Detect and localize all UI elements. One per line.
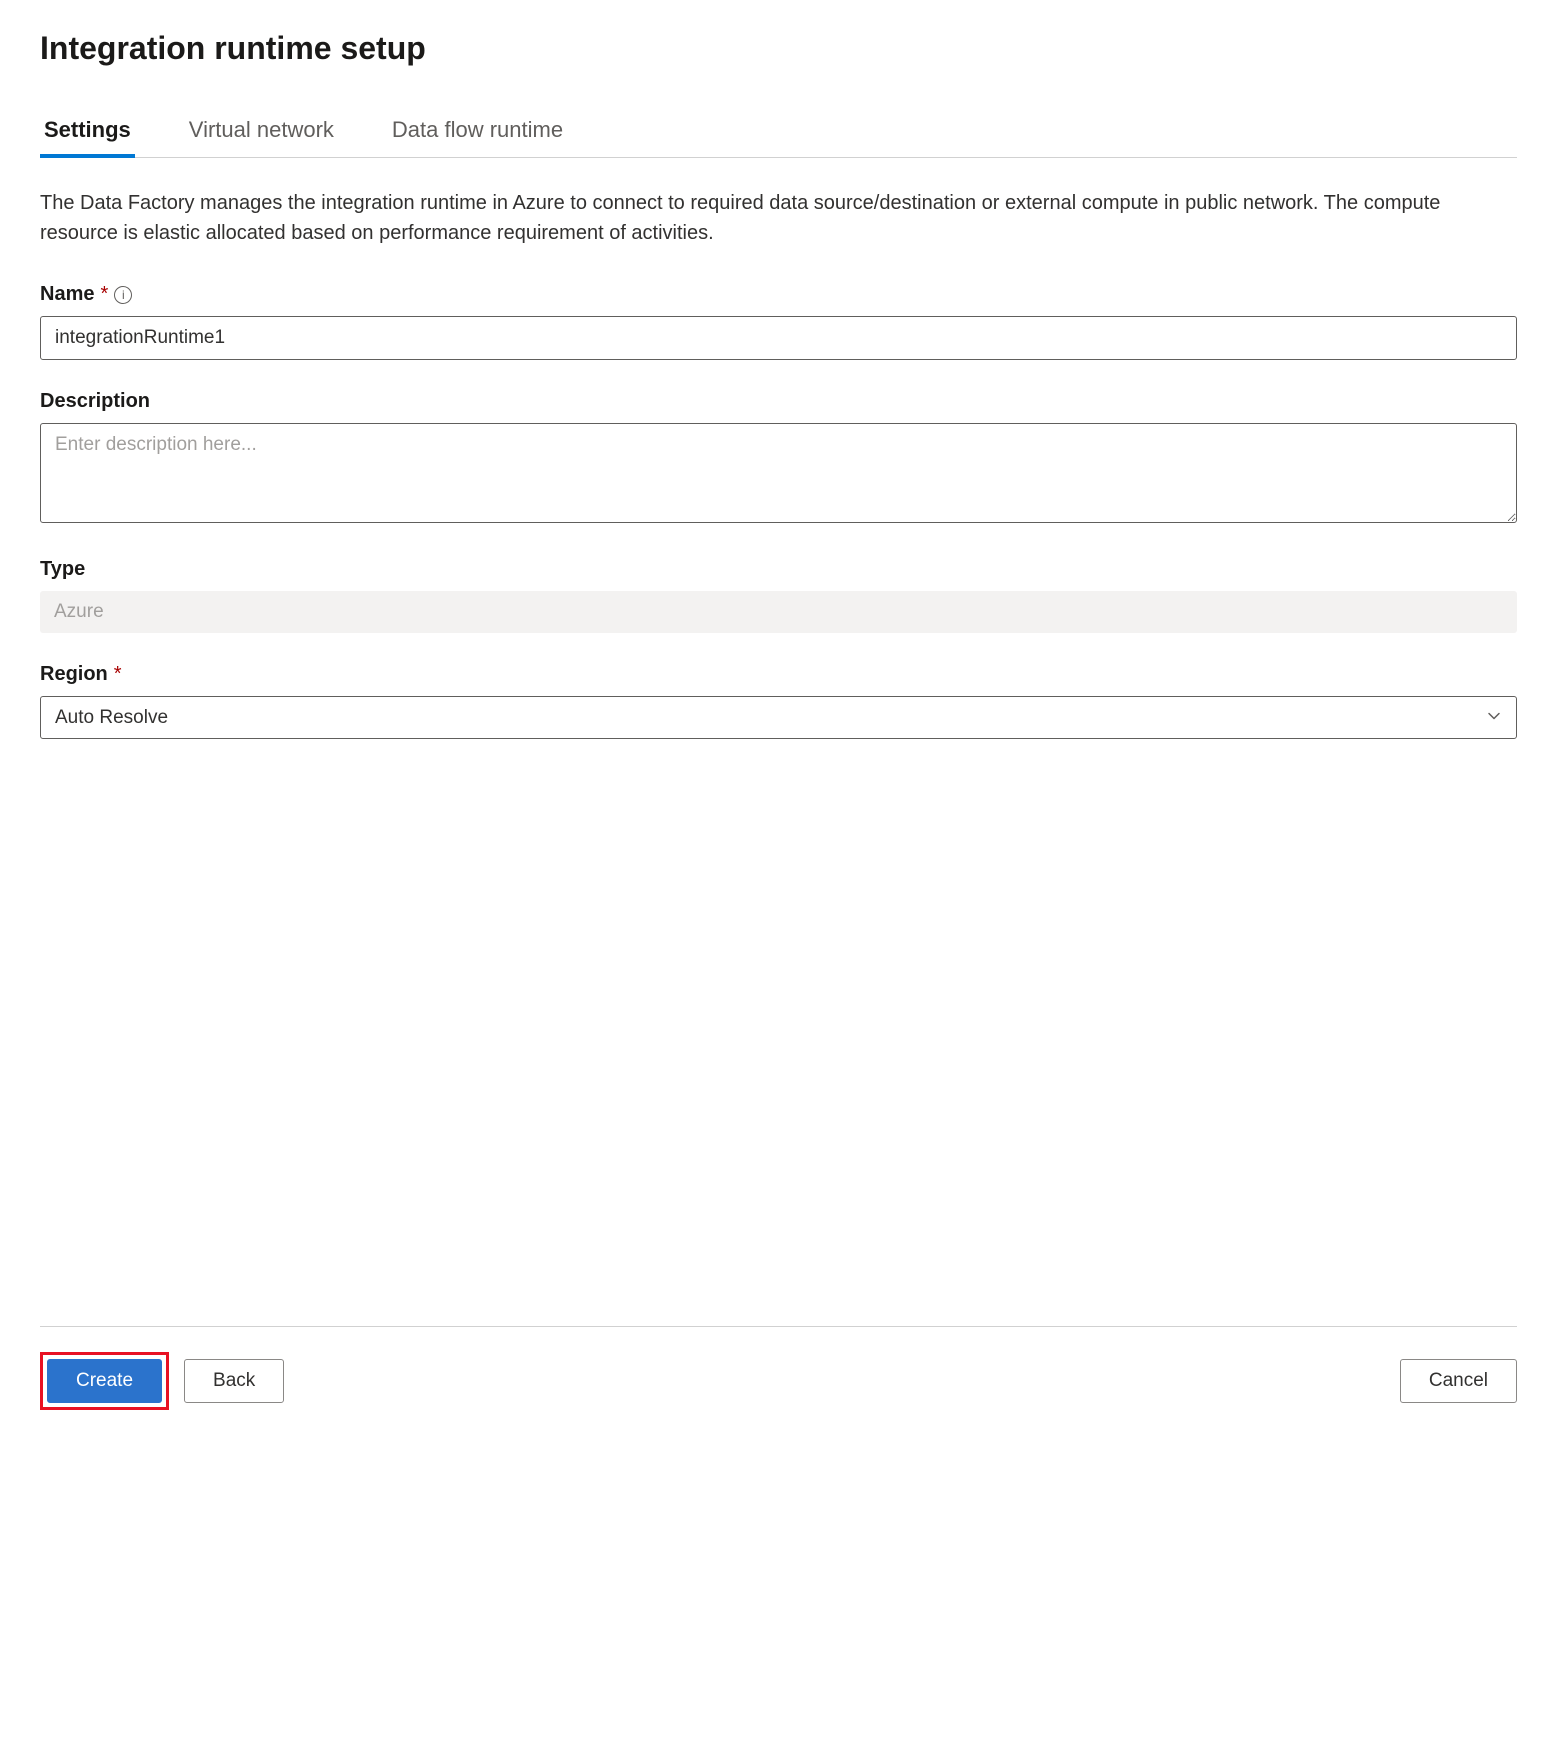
footer-left: Create Back bbox=[40, 1352, 284, 1410]
tabs-container: Settings Virtual network Data flow runti… bbox=[40, 107, 1517, 158]
tab-data-flow-runtime[interactable]: Data flow runtime bbox=[388, 107, 567, 157]
cancel-button[interactable]: Cancel bbox=[1400, 1359, 1517, 1403]
description-field-group: Description bbox=[40, 390, 1517, 528]
page-title: Integration runtime setup bbox=[40, 30, 1517, 67]
required-indicator: * bbox=[114, 663, 122, 686]
name-label: Name * i bbox=[40, 283, 1517, 306]
create-highlight: Create bbox=[40, 1352, 169, 1410]
region-select[interactable]: Auto Resolve bbox=[40, 696, 1517, 739]
name-field-group: Name * i bbox=[40, 283, 1517, 360]
intro-text: The Data Factory manages the integration… bbox=[40, 188, 1517, 248]
footer: Create Back Cancel bbox=[40, 1326, 1517, 1410]
description-input[interactable] bbox=[40, 423, 1517, 523]
name-input[interactable] bbox=[40, 316, 1517, 360]
info-icon[interactable]: i bbox=[114, 286, 132, 304]
required-indicator: * bbox=[100, 283, 108, 306]
region-select-wrapper: Auto Resolve bbox=[40, 696, 1517, 739]
description-label: Description bbox=[40, 390, 1517, 413]
region-field-group: Region * Auto Resolve bbox=[40, 663, 1517, 739]
type-label: Type bbox=[40, 558, 1517, 581]
type-label-text: Type bbox=[40, 558, 85, 581]
name-label-text: Name bbox=[40, 283, 94, 306]
description-label-text: Description bbox=[40, 390, 150, 413]
create-button[interactable]: Create bbox=[47, 1359, 162, 1403]
region-label: Region * bbox=[40, 663, 1517, 686]
type-field-group: Type Azure bbox=[40, 558, 1517, 633]
back-button[interactable]: Back bbox=[184, 1359, 284, 1403]
region-label-text: Region bbox=[40, 663, 108, 686]
type-value: Azure bbox=[40, 591, 1517, 633]
tab-settings[interactable]: Settings bbox=[40, 107, 135, 157]
tab-virtual-network[interactable]: Virtual network bbox=[185, 107, 338, 157]
